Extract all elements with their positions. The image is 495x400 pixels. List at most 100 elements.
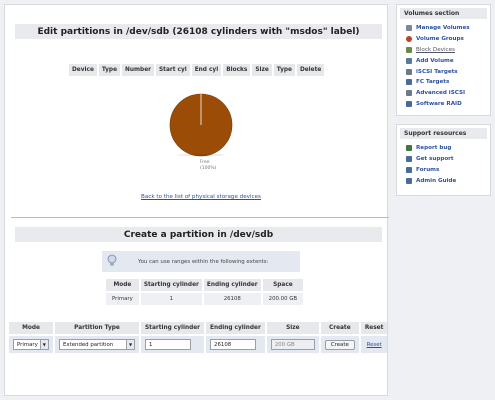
sidebar-item-label: FC Targets [416,79,450,86]
create-partition-form: Mode Partition Type Starting cylinder En… [7,320,389,355]
pie-legend: Free (100%) [200,160,216,172]
create-form-row: Primary ▼ Extended partition ▼ 1 26108 2… [9,336,388,353]
form-col-size: Size [266,322,319,334]
sidebar-item-block-devices[interactable]: Block Devices [397,45,490,56]
extent-col-space: Space [262,279,304,291]
section-divider [11,217,389,218]
mode-cell: Primary ▼ [9,336,53,353]
form-col-partition-type: Partition Type [55,322,139,334]
target-icon [406,68,412,75]
extent-col-mode: Mode [106,279,139,291]
partition-type-cell: Extended partition ▼ [55,336,139,353]
end-cylinder-input[interactable]: 26108 [210,339,257,350]
sidebar-item-label: Add Volume [416,57,454,64]
col-blocks: Blocks [223,64,251,76]
size-input: 200 GB [270,339,315,350]
form-col-reset: Reset [360,322,388,334]
fc-icon [406,79,412,86]
pie-free-percent: (100%) [200,166,217,171]
edit-partitions-title: Edit partitions in /dev/sdb (26108 cylin… [15,24,382,39]
chevron-down-icon[interactable]: ▼ [126,340,134,349]
form-col-end: Ending cylinder [206,322,265,334]
sidebar-item-label: iSCSI Targets [416,68,458,75]
col-delete: Delete [296,64,325,76]
col-end-cyl: End cyl [191,64,222,76]
start-cylinder-input[interactable]: 1 [145,339,191,350]
support-sidebar: Support resources Report bug Get support… [396,124,491,196]
group-icon [406,36,412,43]
support-icon [406,156,412,163]
extents-header-row: Mode Starting cylinder Ending cylinder S… [106,279,304,291]
disk-usage-pie-chart [169,93,233,157]
extents-tip-text: You can use ranges within the following … [138,258,269,265]
sidebar-item-label: Software RAID [416,100,462,107]
drive-icon [406,25,412,32]
reset-cell: Reset [360,336,388,353]
create-cell: Create [320,336,359,353]
block-icon [406,46,412,53]
add-icon [406,57,412,64]
volumes-sidebar: Volumes section Manage Volumes Volume Gr… [396,4,491,116]
col-fs-type: Type [273,64,295,76]
col-start-cyl: Start cyl [156,64,190,76]
partitions-table: Device Type Number Start cyl End cyl Blo… [67,62,326,78]
support-section-title: Support resources [400,128,487,139]
sidebar-item-label: Forums [416,166,440,173]
form-col-create: Create [320,322,359,334]
extent-start: 1 [140,293,202,305]
extent-col-start: Starting cylinder [140,279,202,291]
start-cyl-cell: 1 [141,336,205,353]
extents-tip: You can use ranges within the following … [102,251,300,272]
form-col-start: Starting cylinder [141,322,205,334]
create-partition-title: Create a partition in /dev/sdb [15,227,382,242]
sidebar-item-label: Get support [416,156,454,163]
sidebar-item-software-raid[interactable]: Software RAID [397,99,490,110]
extents-table: Mode Starting cylinder Ending cylinder S… [104,277,305,307]
sidebar-item-iscsi-targets[interactable]: iSCSI Targets [397,66,490,77]
extent-end: 26108 [203,293,261,305]
volumes-section-title: Volumes section [400,8,487,19]
form-col-mode: Mode [9,322,53,334]
size-cell: 200 GB [266,336,319,353]
create-button[interactable]: Create [324,339,355,350]
mode-select[interactable]: Primary ▼ [13,339,49,350]
back-to-storage-devices-link[interactable]: Back to the list of physical storage dev… [5,194,397,200]
bug-icon [406,145,412,152]
sidebar-item-label: Admin Guide [416,177,457,184]
mode-select-value: Primary [17,341,38,348]
extent-row: Primary 1 26108 200.00 GB [106,293,304,305]
sidebar-item-label: Advanced iSCSI [416,90,466,97]
partition-type-value: Extended partition [63,341,114,348]
col-type: Type [98,64,121,76]
extent-mode: Primary [106,293,139,305]
col-device: Device [69,64,97,76]
sidebar-item-add-volume[interactable]: Add Volume [397,55,490,66]
sidebar-item-report-bug[interactable]: Report bug [397,143,490,154]
forum-icon [406,166,412,173]
partition-type-select[interactable]: Extended partition ▼ [59,339,135,350]
pie-shadow [177,153,225,157]
sidebar-item-volume-groups[interactable]: Volume Groups [397,34,490,45]
advanced-icon [406,90,412,97]
create-form-header-row: Mode Partition Type Starting cylinder En… [9,322,388,334]
partitions-header-row: Device Type Number Start cyl End cyl Blo… [69,64,325,76]
reset-link[interactable]: Reset [367,342,382,348]
lightbulb-icon [102,254,122,269]
sidebar-item-admin-guide[interactable]: Admin Guide [397,175,490,186]
sidebar-item-manage-volumes[interactable]: Manage Volumes [397,23,490,34]
raid-icon [406,100,412,107]
sidebar-item-label: Volume Groups [416,36,464,43]
extent-space: 200.00 GB [262,293,304,305]
col-number: Number [122,64,154,76]
sidebar-item-forums[interactable]: Forums [397,165,490,176]
sidebar-item-fc-targets[interactable]: FC Targets [397,77,490,88]
sidebar-item-advanced-iscsi[interactable]: Advanced iSCSI [397,88,490,99]
chevron-down-icon[interactable]: ▼ [39,340,48,349]
col-size: Size [252,64,272,76]
end-cyl-cell: 26108 [206,336,265,353]
sidebar-item-label: Report bug [416,145,452,152]
extent-col-end: Ending cylinder [203,279,261,291]
guide-icon [406,177,412,184]
sidebar-item-label: Block Devices [416,46,455,53]
sidebar-item-get-support[interactable]: Get support [397,154,490,165]
